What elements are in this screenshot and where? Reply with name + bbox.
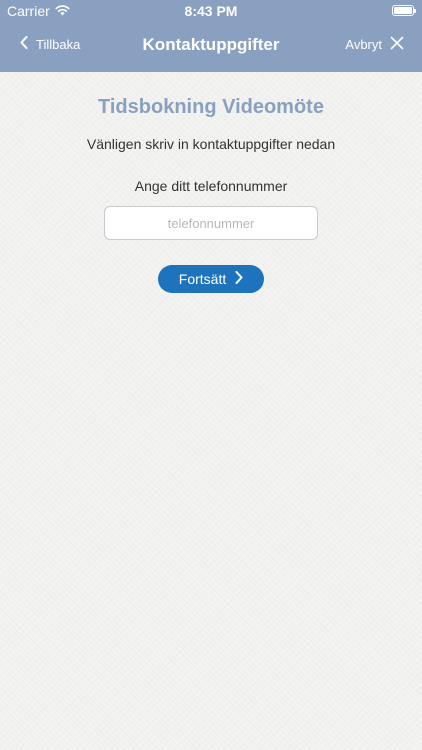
status-time: 8:43 PM	[184, 3, 238, 19]
navigation-bar: Tillbaka Kontaktuppgifter Avbryt	[0, 22, 422, 72]
close-icon	[382, 36, 404, 53]
status-bar: Carrier 8:43 PM	[0, 0, 422, 22]
battery-nub	[414, 9, 416, 13]
cancel-button[interactable]: Avbryt	[345, 36, 404, 53]
chevron-right-icon	[226, 271, 243, 287]
battery-level	[394, 7, 412, 14]
phone-label: Ange ditt telefonnummer	[134, 178, 288, 194]
form-subtitle: Vänligen skriv in kontaktuppgifter nedan	[86, 136, 336, 152]
cancel-label: Avbryt	[345, 37, 382, 52]
form-heading: Tidsbokning Videomöte	[98, 96, 324, 118]
continue-label: Fortsätt	[178, 271, 227, 287]
header: Carrier 8:43 PM Tillbaka Kontaktuppgifte…	[0, 0, 422, 72]
phone-input[interactable]	[104, 206, 318, 240]
battery-icon	[392, 5, 416, 16]
continue-button[interactable]: Fortsätt	[158, 265, 264, 293]
